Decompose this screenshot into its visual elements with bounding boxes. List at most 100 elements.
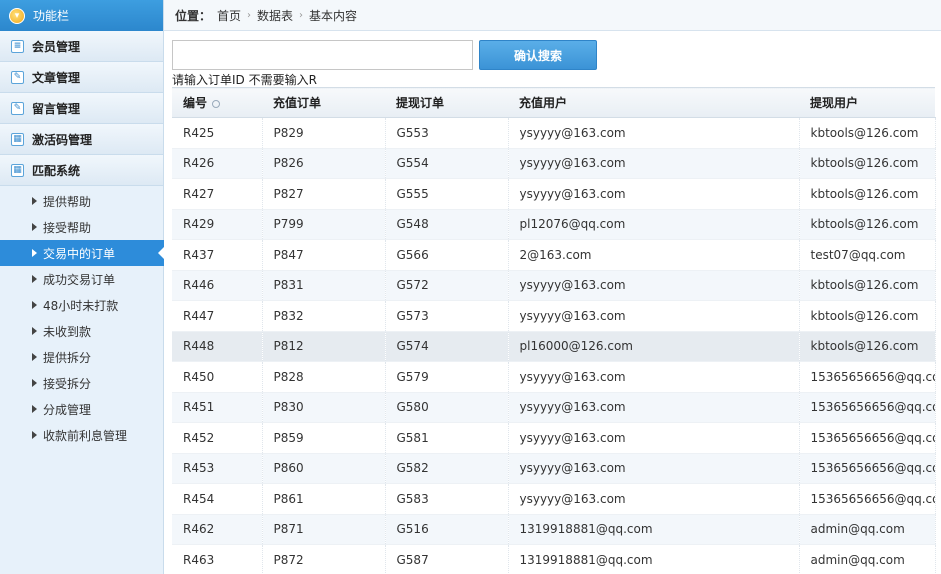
submenu-item-receive-split[interactable]: 接受拆分: [0, 370, 163, 396]
cell-withdraw-order: G554: [385, 148, 509, 179]
table-row[interactable]: R463 P872 G587 1319918881@qq.com admin@qq.co…: [172, 544, 936, 574]
confirm-search-button[interactable]: 确认搜索: [479, 40, 597, 70]
table-row[interactable]: R425 P829 G553 ysyyyy@163.com kbtools@126.co…: [172, 117, 936, 149]
submenu-item-orders-in-progress[interactable]: 交易中的订单: [0, 240, 165, 266]
cell-id: R426: [172, 148, 263, 179]
table-row[interactable]: R447 P832 G573 ysyyyy@163.com kbtools@126.co…: [172, 300, 936, 332]
column-header-withdraw-user: 提现用户: [799, 87, 935, 118]
table-row[interactable]: R429 P799 G548 pl12076@qq.com kbtools@126.co…: [172, 209, 936, 240]
cell-withdraw-user: kbtools@126.com: [799, 148, 936, 179]
cell-id: R447: [172, 300, 263, 332]
menu-label: 留言管理: [32, 101, 81, 116]
table-row[interactable]: R450 P828 G579 ysyyyy@163.com 15365656656@qq…: [172, 361, 936, 393]
table-row[interactable]: R426 P826 G554 ysyyyy@163.com kbtools@126.co…: [172, 148, 936, 179]
menu-label: 会员管理: [32, 39, 81, 54]
submenu-item-interest-management[interactable]: 收款前利息管理: [0, 422, 163, 448]
menu-label: 文章管理: [32, 70, 81, 85]
search-input[interactable]: [172, 40, 473, 70]
column-header-label: 编号: [183, 96, 208, 110]
cell-recharge-user: ysyyyy@163.com: [508, 361, 800, 393]
cell-recharge-user: ysyyyy@163.com: [508, 422, 800, 454]
table-row[interactable]: R446 P831 G572 ysyyyy@163.com kbtools@126.co…: [172, 270, 936, 301]
cell-withdraw-order: G555: [385, 178, 509, 210]
cell-recharge-user: ysyyyy@163.com: [508, 178, 800, 210]
table-row[interactable]: R451 P830 G580 ysyyyy@163.com 15365656656@qq…: [172, 392, 936, 423]
column-header-id[interactable]: 编号: [172, 87, 262, 118]
cell-recharge-order: P830: [262, 392, 386, 423]
cell-id: R446: [172, 270, 263, 301]
cell-withdraw-order: G574: [385, 331, 509, 362]
cell-withdraw-user: admin@qq.com: [799, 544, 936, 574]
cell-recharge-order: P847: [262, 239, 386, 271]
submenu-label: 提供帮助: [43, 194, 92, 209]
submenu-item-receive-help[interactable]: 接受帮助: [0, 214, 163, 240]
cell-withdraw-user: kbtools@126.com: [799, 331, 936, 362]
menu-message-management[interactable]: ✎ 留言管理: [0, 93, 163, 124]
menu-member-management[interactable]: ≡ 会员管理: [0, 31, 163, 62]
cell-id: R453: [172, 453, 263, 484]
cell-recharge-order: P826: [262, 148, 386, 179]
cell-withdraw-order: G516: [385, 514, 509, 545]
menu-label: 匹配系统: [32, 163, 81, 178]
table-row[interactable]: R437 P847 G566 2@163.com test07@qq.com: [172, 239, 936, 271]
sidebar-header[interactable]: ▾ 功能栏: [0, 0, 163, 31]
cell-withdraw-user: kbtools@126.com: [799, 178, 936, 210]
menu-activation-code-management[interactable]: ▦ 激活码管理: [0, 124, 163, 155]
sidebar-header-label: 功能栏: [33, 9, 70, 23]
chevron-down-icon: ▾: [9, 7, 25, 24]
cell-id: R450: [172, 361, 263, 393]
app: ▾ 功能栏 ≡ 会员管理 ✎ 文章管理 ✎ 留言管理 ▦ 激活码管理 ▦ 匹配系…: [0, 0, 941, 574]
table-row[interactable]: R454 P861 G583 ysyyyy@163.com 15365656656@qq…: [172, 483, 936, 515]
cell-recharge-order: P860: [262, 453, 386, 484]
cell-withdraw-user: 15365656656@qq.com: [799, 483, 936, 515]
cell-withdraw-user: kbtools@126.com: [799, 209, 936, 240]
menu-article-management[interactable]: ✎ 文章管理: [0, 62, 163, 93]
list-icon: ≡: [11, 39, 24, 53]
cell-id: R448: [172, 331, 263, 362]
cell-withdraw-user: 15365656656@qq.com: [799, 422, 936, 454]
cell-recharge-user: ysyyyy@163.com: [508, 270, 800, 301]
sort-icon[interactable]: [212, 99, 221, 108]
table-row[interactable]: R452 P859 G581 ysyyyy@163.com 15365656656@qq…: [172, 422, 936, 454]
cell-withdraw-order: G572: [385, 270, 509, 301]
breadcrumb-item-basic-content: 基本内容: [309, 8, 358, 23]
breadcrumb: 位置： 首页 › 数据表 › 基本内容: [164, 0, 941, 31]
table-header-row: 编号 充值订单 提现订单 充值用户 提现用户: [172, 87, 935, 118]
submenu-label: 收款前利息管理: [43, 428, 128, 443]
submenu-item-successful-orders[interactable]: 成功交易订单: [0, 266, 163, 292]
submenu-label: 未收到款: [43, 324, 92, 339]
table-row[interactable]: R453 P860 G582 ysyyyy@163.com 15365656656@qq…: [172, 453, 936, 484]
cell-recharge-order: P831: [262, 270, 386, 301]
cell-recharge-user: pl16000@126.com: [508, 331, 800, 362]
cell-id: R462: [172, 514, 263, 545]
table-row[interactable]: R427 P827 G555 ysyyyy@163.com kbtools@126.co…: [172, 178, 936, 210]
breadcrumb-item-datatable[interactable]: 数据表: [257, 7, 293, 24]
caret-right-icon: [32, 301, 37, 309]
menu-matching-system[interactable]: ▦ 匹配系统: [0, 155, 163, 186]
submenu-item-provide-split[interactable]: 提供拆分: [0, 344, 163, 370]
cell-id: R454: [172, 483, 263, 515]
edit-icon: ✎: [11, 101, 24, 115]
sidebar: ▾ 功能栏 ≡ 会员管理 ✎ 文章管理 ✎ 留言管理 ▦ 激活码管理 ▦ 匹配系…: [0, 0, 165, 574]
table-row[interactable]: R462 P871 G516 1319918881@qq.com admin@qq.co…: [172, 514, 936, 545]
submenu-item-unpaid-48h[interactable]: 48小时未打款: [0, 292, 163, 318]
cell-recharge-user: ysyyyy@163.com: [508, 453, 800, 484]
cell-withdraw-user: 15365656656@qq.com: [799, 453, 936, 484]
cell-recharge-user: ysyyyy@163.com: [508, 392, 800, 423]
column-header-recharge-user: 充值用户: [508, 87, 799, 118]
submenu-item-provide-help[interactable]: 提供帮助: [0, 188, 163, 214]
cell-recharge-order: P829: [262, 117, 386, 149]
cell-recharge-order: P871: [262, 514, 386, 545]
cell-recharge-order: P872: [262, 544, 386, 574]
caret-right-icon: [32, 353, 37, 361]
cell-recharge-order: P832: [262, 300, 386, 332]
table-row[interactable]: R448 P812 G574 pl16000@126.com kbtools@126.c…: [172, 331, 936, 362]
submenu-item-not-received[interactable]: 未收到款: [0, 318, 163, 344]
breadcrumb-item-home[interactable]: 首页: [217, 7, 241, 24]
cell-recharge-order: P861: [262, 483, 386, 515]
cell-withdraw-user: 15365656656@qq.com: [799, 361, 936, 393]
cell-id: R425: [172, 117, 263, 149]
submenu-item-commission-management[interactable]: 分成管理: [0, 396, 163, 422]
breadcrumb-label: 位置：: [175, 8, 212, 23]
column-header-withdraw-order: 提现订单: [385, 87, 508, 118]
